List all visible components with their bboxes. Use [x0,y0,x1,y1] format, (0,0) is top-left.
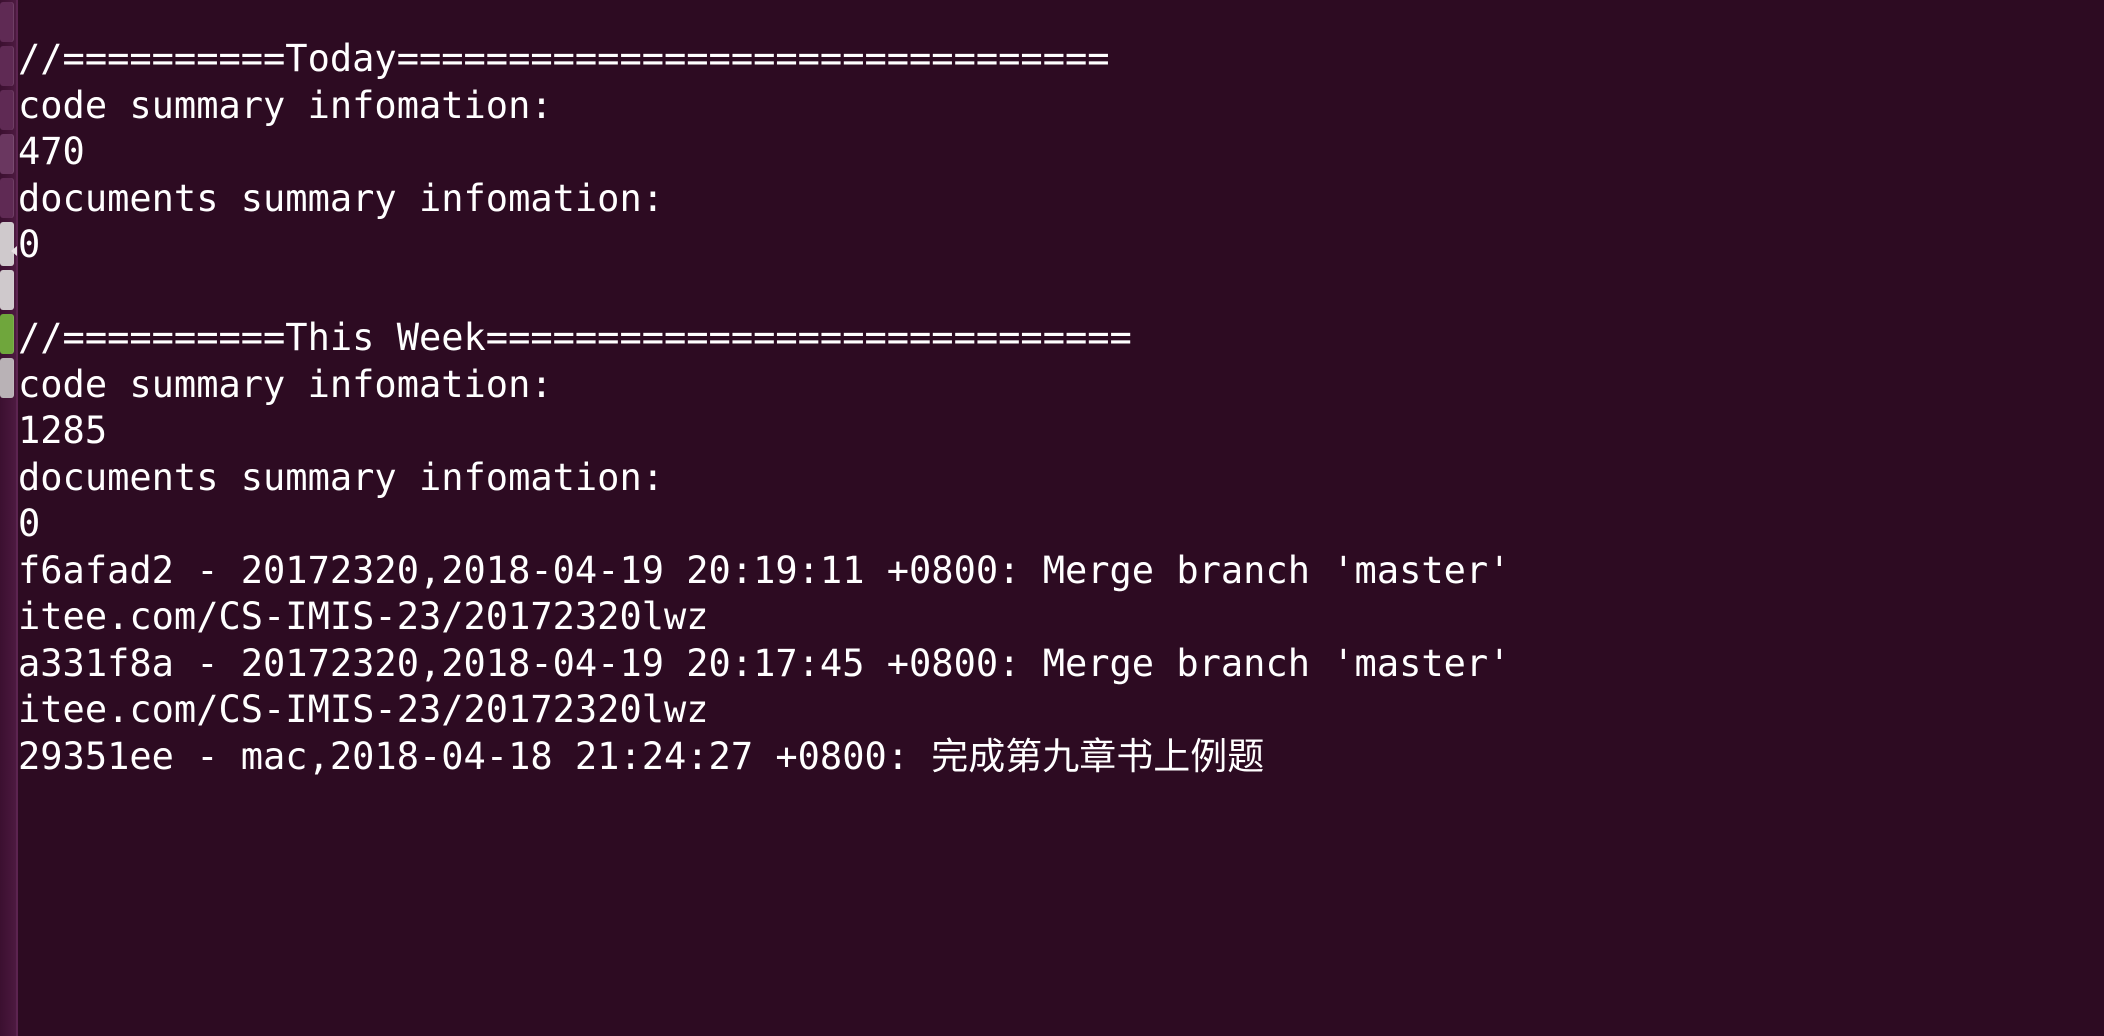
terminal-line-commit-1: f6afad2 - 20172320,2018-04-19 20:19:11 +… [18,548,1511,592]
terminal-line-today-docs-label: documents summary infomation: [18,176,665,220]
terminal-line-week-docs-value: 0 [18,502,41,545]
terminal-line-commit-2: a331f8a - 20172320,2018-04-19 20:17:45 +… [18,641,1511,685]
launcher-item-2[interactable] [0,46,14,86]
unity-launcher[interactable] [0,0,17,1036]
launcher-item-9[interactable] [0,358,14,398]
terminal-window: //==========Today=======================… [0,0,2104,1036]
terminal-top-padding [18,0,2104,36]
terminal-line-today-code-value: 470 [18,130,85,173]
launcher-item-7[interactable] [0,270,14,310]
terminal-line-week-code-label: code summary infomation: [18,362,553,406]
launcher-running-indicator-arrow-icon [11,246,17,256]
terminal-line-week-docs-label: documents summary infomation: [18,455,665,499]
launcher-item-1[interactable] [0,2,14,42]
launcher-item-6[interactable] [0,222,14,266]
launcher-item-4[interactable] [0,134,14,174]
terminal-line-week-header: //==========This Week===================… [18,316,1132,359]
terminal-line-week-code-value: 1285 [18,409,108,452]
terminal-line-commit-1-wrap: itee.com/CS-IMIS-23/20172320lwz [18,595,709,638]
terminal-text-area[interactable]: //==========Today=======================… [18,0,2104,1036]
launcher-item-3[interactable] [0,90,14,130]
terminal-line-today-header: //==========Today=======================… [18,37,1110,80]
terminal-line-today-code-label: code summary infomation: [18,83,553,127]
terminal-line-commit-2-wrap: itee.com/CS-IMIS-23/20172320lwz [18,688,709,731]
terminal-line-commit-3: 29351ee - mac,2018-04-18 21:24:27 +0800:… [18,734,1265,778]
terminal-line-today-docs-value: 0 [18,223,41,266]
launcher-item-8[interactable] [0,314,14,354]
launcher-edge-divider [16,0,18,1036]
launcher-item-5[interactable] [0,178,14,218]
